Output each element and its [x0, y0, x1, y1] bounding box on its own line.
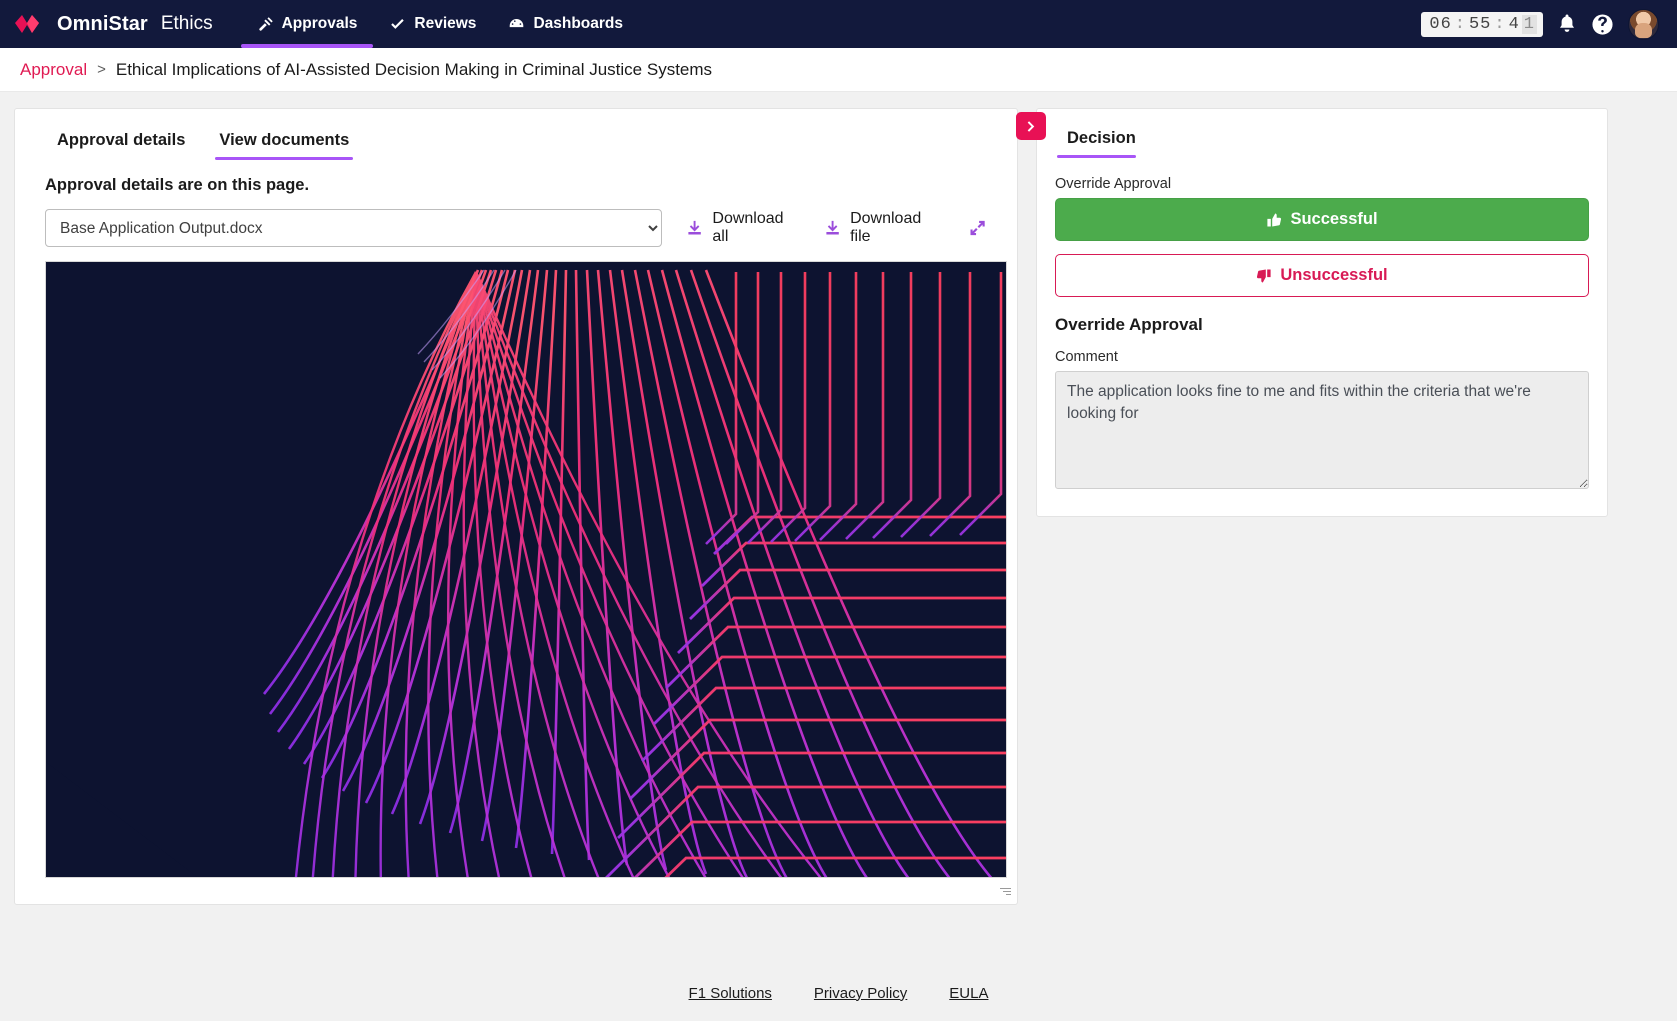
- timer-hours: 06: [1429, 14, 1452, 34]
- nav-item-label: Approvals: [281, 15, 358, 32]
- top-navigation-bar: OmniStar Ethics Approvals Reviews Dashbo…: [0, 0, 1677, 48]
- tab-label: View documents: [219, 131, 350, 149]
- unsuccessful-button[interactable]: Unsuccessful: [1055, 254, 1589, 297]
- resize-handle[interactable]: [999, 886, 1011, 898]
- nav-item-label: Reviews: [414, 15, 477, 32]
- tab-approval-details[interactable]: Approval details: [43, 125, 199, 164]
- download-all-label: Download all: [712, 210, 784, 245]
- nav-item-dashboards[interactable]: Dashboards: [492, 0, 639, 48]
- grip-line: [1000, 888, 1011, 889]
- brand-subtitle: Ethics: [160, 13, 213, 34]
- footer: F1 Solutions Privacy Policy EULA: [0, 965, 1677, 1021]
- successful-label: Successful: [1290, 210, 1378, 228]
- nav-item-label: Dashboards: [533, 15, 624, 32]
- check-icon: [391, 18, 405, 29]
- download-icon: [688, 220, 702, 235]
- comment-label: Comment: [1055, 349, 1118, 365]
- comment-input[interactable]: The application looks fine to me and fit…: [1055, 371, 1589, 489]
- timer-seconds-ones: 1: [1521, 14, 1537, 34]
- omnistar-logo-icon: [15, 15, 39, 33]
- panel-note: Approval details are on this page.: [45, 176, 310, 194]
- timer-seconds-tens: 4: [1508, 14, 1520, 34]
- override-approval-section-label: Override Approval: [1055, 315, 1203, 334]
- file-select[interactable]: Base Application Output.docx: [45, 209, 663, 247]
- nav-item-reviews[interactable]: Reviews: [373, 0, 492, 48]
- tab-decision[interactable]: Decision: [1055, 123, 1148, 162]
- decision-card: Decision Override Approval Successful Un…: [1036, 108, 1608, 517]
- grip-line: [1003, 891, 1011, 892]
- page-body: Approval details View documents Approval…: [0, 92, 1677, 1021]
- timer-separator: :: [1494, 14, 1506, 34]
- thumbs-down-icon: [1257, 269, 1271, 282]
- override-approval-label-top: Override Approval: [1055, 176, 1172, 192]
- chevron-right-icon: [1027, 120, 1034, 132]
- brand[interactable]: OmniStar Ethics: [14, 12, 213, 36]
- session-timer: 06 : 55 : 4 1: [1421, 11, 1543, 37]
- download-file-button[interactable]: Download file: [824, 210, 942, 246]
- breadcrumb-separator: >: [97, 61, 106, 78]
- download-all-button[interactable]: Download all: [686, 210, 800, 246]
- dashboard-icon: [510, 18, 524, 27]
- thumbs-up-icon: [1267, 213, 1282, 226]
- timer-minutes: 55: [1468, 14, 1492, 34]
- breadcrumb-current-title: Ethical Implications of AI-Assisted Deci…: [115, 59, 713, 79]
- footer-link-eula[interactable]: EULA: [949, 985, 988, 1002]
- expand-icon[interactable]: [968, 218, 987, 238]
- tab-label: Decision: [1067, 129, 1136, 147]
- gavel-icon: [258, 16, 273, 31]
- unsuccessful-label: Unsuccessful: [1280, 266, 1388, 284]
- brand-name: OmniStar: [57, 12, 148, 35]
- left-tabs: Approval details View documents: [29, 125, 1003, 164]
- document-preview-artwork: [46, 262, 1006, 877]
- breadcrumb: Approval > Ethical Implications of AI-As…: [0, 48, 1677, 92]
- footer-link-privacy-policy[interactable]: Privacy Policy: [814, 985, 907, 1002]
- help-icon[interactable]: [1591, 13, 1614, 36]
- top-right-controls: 06 : 55 : 4 1: [1421, 8, 1663, 40]
- bell-icon[interactable]: [1557, 13, 1577, 35]
- main-nav: Approvals Reviews Dashboards: [240, 0, 639, 48]
- tab-label: Approval details: [57, 131, 186, 149]
- tab-view-documents[interactable]: View documents: [205, 125, 363, 164]
- nav-item-approvals[interactable]: Approvals: [240, 0, 374, 48]
- document-preview[interactable]: [45, 261, 1007, 878]
- decision-panel-wrapper: Decision Override Approval Successful Un…: [1016, 108, 1608, 1021]
- successful-button[interactable]: Successful: [1055, 198, 1589, 241]
- breadcrumb-root-link[interactable]: Approval: [20, 60, 87, 80]
- timer-separator: :: [1454, 14, 1466, 34]
- file-toolbar: Base Application Output.docx Download al…: [29, 195, 1003, 255]
- grip-line: [1006, 894, 1011, 895]
- footer-link-f1-solutions[interactable]: F1 Solutions: [689, 985, 772, 1002]
- download-icon: [826, 220, 839, 235]
- avatar[interactable]: [1628, 8, 1659, 40]
- collapse-panel-button[interactable]: [1016, 112, 1046, 140]
- download-file-label: Download file: [850, 210, 922, 245]
- documents-card: Approval details View documents Approval…: [14, 108, 1018, 905]
